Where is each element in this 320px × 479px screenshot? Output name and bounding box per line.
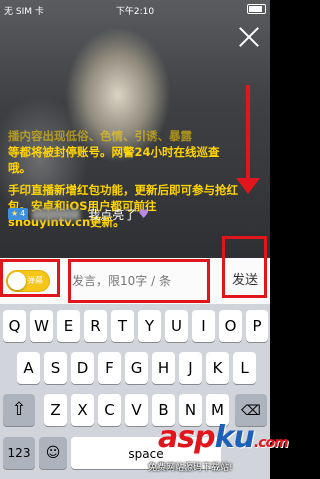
level-badge: ★ 4 xyxy=(8,208,29,220)
key-p[interactable]: P xyxy=(246,310,268,342)
annotation-arrow-line xyxy=(246,85,250,181)
key-c[interactable]: C xyxy=(98,394,121,426)
key-w[interactable]: W xyxy=(30,310,53,342)
user-message: 我点亮了 xyxy=(88,207,137,222)
key-r[interactable]: R xyxy=(84,310,107,342)
globe-key[interactable]: ☺ xyxy=(39,437,67,469)
shift-key[interactable]: ⇧ xyxy=(3,394,35,426)
watermark-brand-red: asp xyxy=(158,420,216,455)
backspace-icon: ⌫ xyxy=(241,403,261,419)
heart-icon: ♥ xyxy=(138,207,150,221)
key-t[interactable]: T xyxy=(111,310,134,342)
status-bar: 无 SIM 卡 下午2:10 xyxy=(0,0,270,20)
star-icon: ★ xyxy=(11,209,19,218)
key-e[interactable]: E xyxy=(57,310,80,342)
key-i[interactable]: I xyxy=(192,310,215,342)
key-k[interactable]: K xyxy=(206,352,229,384)
system-message-1: 等都将被封停账号。网警24小时在线巡查哦。 xyxy=(8,145,220,175)
annotation-box-send xyxy=(222,236,267,298)
key-d[interactable]: D xyxy=(71,352,94,384)
key-g[interactable]: G xyxy=(125,352,148,384)
key-o[interactable]: O xyxy=(219,310,242,342)
key-x[interactable]: X xyxy=(71,394,94,426)
key-y[interactable]: Y xyxy=(138,310,161,342)
shift-icon: ⇧ xyxy=(11,399,27,420)
globe-icon: ☺ xyxy=(45,445,61,461)
key-j[interactable]: J xyxy=(179,352,202,384)
key-a[interactable]: A xyxy=(17,352,40,384)
numbers-key[interactable]: 123 xyxy=(3,437,35,469)
close-icon[interactable] xyxy=(238,26,260,48)
key-z[interactable]: Z xyxy=(44,394,67,426)
clock: 下午2:10 xyxy=(115,7,155,17)
key-u[interactable]: U xyxy=(165,310,188,342)
watermark-brand-blue: ku xyxy=(214,420,255,455)
watermark-tld: .com xyxy=(253,435,289,451)
level-number: 4 xyxy=(20,209,26,218)
key-q[interactable]: Q xyxy=(3,310,26,342)
watermark-caption: 免费网站源码下载站! xyxy=(148,463,233,473)
annotation-arrow-head xyxy=(236,178,260,194)
blurred-username xyxy=(32,208,81,220)
battery-icon xyxy=(245,4,266,15)
key-v[interactable]: V xyxy=(125,394,148,426)
key-f[interactable]: F xyxy=(98,352,121,384)
key-h[interactable]: H xyxy=(152,352,175,384)
key-s[interactable]: S xyxy=(44,352,67,384)
watermark-logo: aspku.com xyxy=(158,420,289,455)
chat-partial-line: 播内容出现低俗、色情、引诱、暴露 xyxy=(8,129,192,143)
annotation-box-toggle xyxy=(0,259,60,297)
key-l[interactable]: L xyxy=(233,352,256,384)
annotation-box-input xyxy=(68,259,210,303)
user-chat-line: ★ 4 我点亮了 ♥ xyxy=(8,207,150,222)
